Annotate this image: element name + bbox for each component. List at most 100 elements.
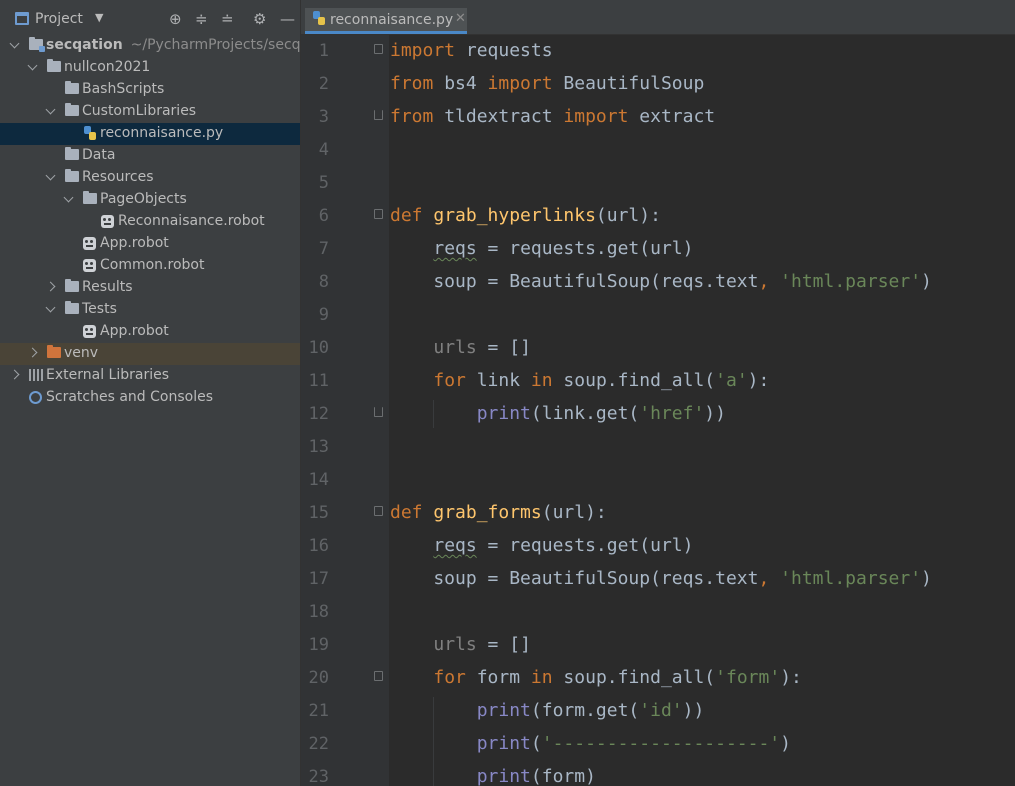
tree-item-pageobjects[interactable]: PageObjects [0,189,300,211]
tree-item-common-robot[interactable]: Common.robot [0,255,300,277]
tree-item-resources[interactable]: Resources [0,167,300,189]
expand-all-icon[interactable]: ≑ [195,10,208,28]
tree-item-label: venv [64,345,99,361]
python-file-icon [313,11,325,25]
tree-item-reconnaisance-py[interactable]: reconnaisance.py [0,123,300,145]
keyword-token: in [530,667,553,688]
tree-item-data[interactable]: Data [0,145,300,167]
code-line-20: for form in soup.find_all('form'): [390,667,802,688]
tree-item-external-libraries[interactable]: External Libraries [0,365,300,387]
keyword-token: import [487,73,553,94]
gear-icon[interactable]: ⚙ [253,10,266,28]
line-number: 23 [308,767,329,786]
unused-variable-token: urls [433,634,477,655]
chevron-down-icon[interactable]: ▼ [95,11,103,24]
code-editor[interactable]: 1 2 3 4 5 6 7 8 9 10 11 12 13 14 15 16 1… [301,35,1015,786]
tree-item-secqation[interactable]: secqation ~/PycharmProjects/secqat [0,35,315,57]
code-token: BeautifulSoup [552,73,705,94]
chevron-down-icon[interactable] [47,172,55,180]
chevron-down-icon[interactable] [29,62,37,70]
robot-file-icon [83,237,96,250]
line-number: 1 [318,41,329,61]
folder-icon [65,147,79,160]
chevron-down-icon[interactable] [11,40,19,48]
chevron-down-icon[interactable] [47,106,55,114]
hide-panel-icon[interactable]: — [280,10,295,28]
tree-item-tests-app-robot[interactable]: App.robot [0,321,300,343]
chevron-right-icon[interactable] [48,282,56,290]
line-number: 3 [318,107,329,127]
fold-marker[interactable] [374,506,383,516]
fold-marker[interactable] [374,44,383,54]
string-token: '--------------------' [541,733,781,754]
tree-item-label: PageObjects [100,191,187,207]
keyword-token: from [390,106,434,127]
string-token: 'href' [639,403,705,424]
robot-file-icon [101,215,114,228]
line-number: 16 [308,536,329,556]
code-token: tldextract [433,106,564,127]
collapse-all-icon[interactable]: ≐ [221,10,234,28]
tree-item-tests[interactable]: Tests [0,299,300,321]
code-line-16: reqs = requests.get(url) [390,535,693,556]
library-icon [29,369,43,381]
line-number: 17 [308,569,329,589]
tree-item-app-robot[interactable]: App.robot [0,233,300,255]
tree-item-label: nullcon2021 [64,59,151,75]
line-number: 8 [318,272,329,292]
keyword-token: from [390,73,434,94]
tree-item-reconnaisance-robot[interactable]: Reconnaisance.robot [0,211,300,233]
tree-item-results[interactable]: Results [0,277,300,299]
tree-item-customlibraries[interactable]: CustomLibraries [0,101,300,123]
code-line-12: print(link.get('href')) [390,403,726,424]
code-line-7: reqs = requests.get(url) [390,238,693,259]
chevron-right-icon[interactable] [12,370,20,378]
close-icon[interactable]: ✕ [455,11,466,26]
builtin-token: print [476,700,531,721]
tree-item-label: Scratches and Consoles [46,389,213,405]
code-line-15: def grab_forms(url): [390,502,607,523]
folder-icon [83,191,97,204]
code-token: (form.get( [530,700,640,721]
code-token: ): [780,667,802,688]
tree-item-label: App.robot [100,235,169,251]
keyword-token: def [390,502,423,523]
string-token: 'id' [639,700,683,721]
tree-item-nullcon2021[interactable]: nullcon2021 [0,57,300,79]
code-token: = requests.get(url) [476,535,694,556]
code-token: (url): [595,205,661,226]
line-number: 7 [318,239,329,259]
scratches-icon [29,391,42,404]
line-number: 4 [318,140,329,160]
code-token: bs4 [433,73,488,94]
tree-item-label: secqation [46,37,123,53]
chevron-right-icon[interactable] [30,348,38,356]
line-number: 9 [318,305,329,325]
code-token: = requests.get(url) [476,238,694,259]
chevron-down-icon[interactable] [65,194,73,202]
fold-marker[interactable] [374,209,383,219]
code-token: extract [628,106,716,127]
tree-item-venv[interactable]: venv [0,343,300,365]
tree-item-label: Resources [82,169,154,185]
tree-item-bashscripts[interactable]: BashScripts [0,79,300,101]
tree-item-scratches[interactable]: Scratches and Consoles [0,387,300,409]
code-line-2: from bs4 import BeautifulSoup [390,73,704,94]
code-token: requests [455,40,553,61]
project-view-selector[interactable]: Project [35,11,83,27]
tab-reconnaisance-py[interactable]: reconnaisance.py ✕ [305,8,467,34]
fold-marker[interactable] [374,671,383,681]
chevron-down-icon[interactable] [47,304,55,312]
builtin-token: print [476,403,531,424]
locate-file-icon[interactable]: ⊕ [169,10,182,28]
fold-marker[interactable] [374,407,383,417]
fold-marker[interactable] [374,110,383,120]
code-token: link [465,370,531,391]
tree-item-label: Results [82,279,133,295]
string-token: 'form' [715,667,781,688]
tab-label: reconnaisance.py [330,12,454,28]
